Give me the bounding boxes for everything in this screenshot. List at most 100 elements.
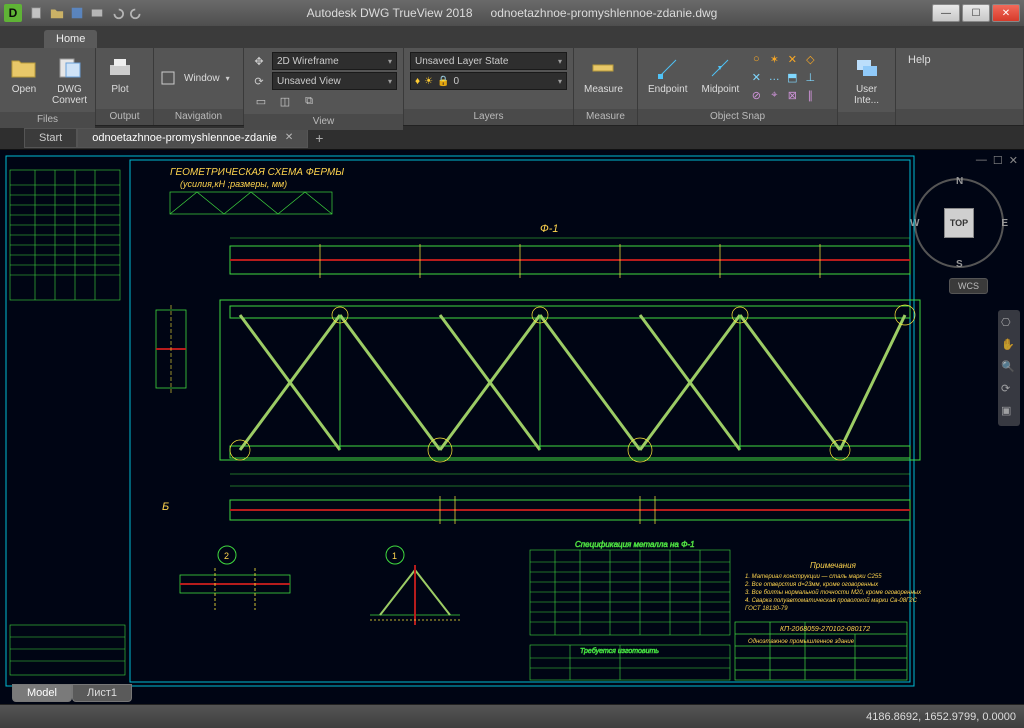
doctab-start[interactable]: Start <box>24 128 77 148</box>
status-bar: 4186.8692, 1652.9799, 0.0000 <box>0 704 1024 728</box>
panel-object-snap: Endpoint Midpoint ○ ✶ ✕ ◇ ✕ … ⬒ ⊥ ⊘ ⌖ ⊠ … <box>638 48 838 125</box>
quick-access-toolbar <box>30 6 144 20</box>
tab-sheet1[interactable]: Лист1 <box>72 684 132 702</box>
zoom-window-icon[interactable] <box>160 70 178 88</box>
close-tab-icon[interactable]: ✕ <box>285 132 293 143</box>
lightbulb-icon: ♦ <box>415 76 420 87</box>
panel-label: Navigation <box>154 109 243 125</box>
document-tabs: Start odnoetazhnoe-promyshlennoe-zdanie … <box>0 126 1024 150</box>
svg-text:4. Сварка полуавтоматическая п: 4. Сварка полуавтоматическая проволокой … <box>745 597 918 604</box>
panel-label: Object Snap <box>638 109 837 125</box>
osnap-apparent-icon[interactable]: ⊠ <box>785 88 799 102</box>
tab-model[interactable]: Model <box>12 684 72 702</box>
layer-dropdown[interactable]: ♦ ☀ 🔒 0 ▾ <box>410 72 567 90</box>
app-name: Autodesk DWG TrueView 2018 <box>307 6 473 20</box>
printer-icon <box>106 54 134 82</box>
panel-output: Plot Output <box>96 48 154 125</box>
schema-title-2: (усилия,кН ;размеры, мм) <box>180 179 287 189</box>
tab-home[interactable]: Home <box>44 30 97 48</box>
panel-label <box>838 112 895 125</box>
window-label[interactable]: Window <box>184 73 220 84</box>
svg-text:КП-2068059-270102-080172: КП-2068059-270102-080172 <box>780 626 870 633</box>
title-bar: D Autodesk DWG TrueView 2018 odnoetazhno… <box>0 0 1024 26</box>
osnap-nearest-icon[interactable]: ⌖ <box>767 88 781 102</box>
svg-text:ГОСТ 18130-79: ГОСТ 18130-79 <box>745 606 788 612</box>
window-title: Autodesk DWG TrueView 2018 odnoetazhnoe-… <box>307 6 718 20</box>
orbit-icon[interactable]: ⟳ <box>250 72 268 90</box>
visual-style-dropdown[interactable]: 2D Wireframe▾ <box>272 52 397 70</box>
svg-text:1: 1 <box>392 551 397 561</box>
panel-view: ✥ 2D Wireframe▾ ⟳ Unsaved View▾ ▭ ◫ ⧉ Vi… <box>244 48 404 125</box>
file-name: odnoetazhnoe-promyshlennoe-zdanie.dwg <box>491 6 718 20</box>
endpoint-button[interactable]: Endpoint <box>644 52 691 97</box>
svg-text:3. Все болты нормальной точнос: 3. Все болты нормальной точности М20, кр… <box>745 589 922 596</box>
panel-measure: Measure Measure <box>574 48 638 125</box>
app-logo[interactable]: D <box>4 4 22 22</box>
osnap-insertion-icon[interactable]: ⬒ <box>785 70 799 84</box>
osnap-center-icon[interactable]: ○ <box>749 52 763 66</box>
open-button[interactable]: Open <box>6 52 42 97</box>
ribbon: Open DWG Convert Files Plot Output Windo… <box>0 48 1024 126</box>
doctab-file[interactable]: odnoetazhnoe-promyshlennoe-zdanie ✕ <box>77 128 308 148</box>
layer-state-dropdown[interactable]: Unsaved Layer State▾ <box>410 52 567 70</box>
osnap-tangent-icon[interactable]: ⊘ <box>749 88 763 102</box>
panel-label: View <box>244 114 403 130</box>
measure-button[interactable]: Measure <box>580 52 627 97</box>
pan-icon[interactable]: ✥ <box>250 52 268 70</box>
named-view-dropdown[interactable]: Unsaved View▾ <box>272 72 397 90</box>
panel-label: Files <box>0 112 95 128</box>
sun-icon: ☀ <box>424 76 433 87</box>
help-button[interactable]: Help <box>902 52 937 68</box>
panel-label: Measure <box>574 109 637 125</box>
svg-text:2: 2 <box>224 551 229 561</box>
window-buttons: — ☐ ✕ <box>932 4 1020 22</box>
svg-text:Примечания: Примечания <box>810 561 857 570</box>
drawing-canvas[interactable]: — ☐ ✕ TOP N S E W WCS ⎔ ✋ 🔍 ⟳ ▣ <box>0 150 1024 704</box>
save-icon[interactable] <box>70 6 84 20</box>
open-icon[interactable] <box>50 6 64 20</box>
osnap-perpendicular-icon[interactable]: ⊥ <box>803 70 817 84</box>
osnap-grid: ○ ✶ ✕ ◇ ✕ … ⬒ ⊥ ⊘ ⌖ ⊠ ∥ <box>749 52 817 102</box>
close-button[interactable]: ✕ <box>992 4 1020 22</box>
svg-text:Ф-1: Ф-1 <box>540 223 559 235</box>
svg-text:Одноэтажное промышленное здани: Одноэтажное промышленное здание <box>748 639 855 645</box>
midpoint-button[interactable]: Midpoint <box>697 52 743 97</box>
coordinates-readout: 4186.8692, 1652.9799, 0.0000 <box>866 711 1016 723</box>
ribbon-tabstrip: Home <box>0 26 1024 48</box>
add-tab-button[interactable]: + <box>308 130 330 146</box>
panel-files: Open DWG Convert Files <box>0 48 96 125</box>
panel-layers: Unsaved Layer State▾ ♦ ☀ 🔒 0 ▾ Layers <box>404 48 574 125</box>
plot-button[interactable]: Plot <box>102 52 138 97</box>
view-icon-a[interactable]: ▭ <box>252 92 270 110</box>
convert-icon <box>56 54 84 82</box>
svg-text:2. Все отверстия d=23мм, кроме: 2. Все отверстия d=23мм, кроме оговоренн… <box>744 582 879 588</box>
dwg-convert-button[interactable]: DWG Convert <box>48 52 91 108</box>
schema-title-1: ГЕОМЕТРИЧЕСКАЯ СХЕМА ФЕРМЫ <box>170 167 344 178</box>
svg-text:Б: Б <box>162 501 169 513</box>
lock-icon: 🔒 <box>437 76 449 87</box>
ui-icon <box>853 54 881 82</box>
panel-help: Help <box>896 48 1024 125</box>
minimize-button[interactable]: — <box>932 4 960 22</box>
panel-label: Layers <box>404 109 573 125</box>
maximize-button[interactable]: ☐ <box>962 4 990 22</box>
panel-user-interface: User Inte... <box>838 48 896 125</box>
osnap-intersection-icon[interactable]: ✕ <box>749 70 763 84</box>
plot-icon[interactable] <box>90 6 104 20</box>
osnap-parallel-icon[interactable]: ∥ <box>803 88 817 102</box>
osnap-quadrant-icon[interactable]: ◇ <box>803 52 817 66</box>
drawing-content: ГЕОМЕТРИЧЕСКАЯ СХЕМА ФЕРМЫ (усилия,кН ;р… <box>0 150 1024 704</box>
view-icon-c[interactable]: ⧉ <box>300 92 318 110</box>
svg-text:1. Материал конструкции — стал: 1. Материал конструкции — сталь марки С2… <box>745 574 882 580</box>
osnap-extension-icon[interactable]: … <box>767 70 781 84</box>
user-interface-button[interactable]: User Inte... <box>844 52 889 108</box>
osnap-node-icon[interactable]: ✕ <box>785 52 799 66</box>
folder-open-icon <box>10 54 38 82</box>
osnap-geocenter-icon[interactable]: ✶ <box>767 52 781 66</box>
view-icon-b[interactable]: ◫ <box>276 92 294 110</box>
undo-icon[interactable] <box>110 6 124 20</box>
panel-label: Output <box>96 109 153 125</box>
redo-icon[interactable] <box>130 6 144 20</box>
new-icon[interactable] <box>30 6 44 20</box>
ruler-icon <box>589 54 617 82</box>
